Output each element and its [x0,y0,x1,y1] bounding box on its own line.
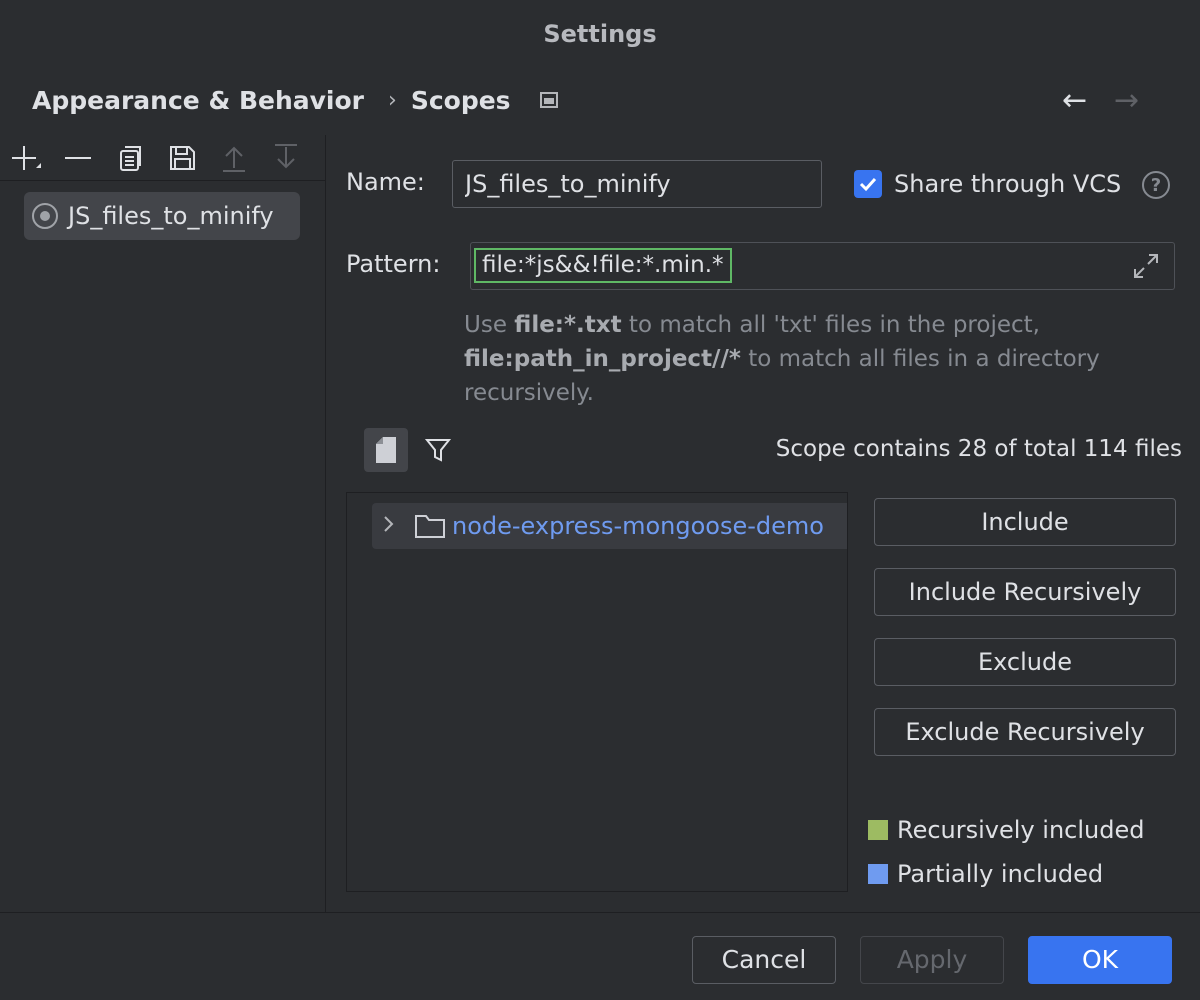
cancel-button[interactable]: Cancel [692,936,836,984]
copy-icon[interactable] [114,142,146,174]
scope-count: Scope contains 28 of total 114 files [720,436,1182,462]
file-tree[interactable] [346,492,848,892]
save-icon[interactable] [166,142,198,174]
breadcrumb-separator: › [388,88,397,113]
legend-swatch [868,820,888,840]
move-up-icon [218,142,250,174]
scopes-list-panel [0,135,326,913]
legend-label: Recursively included [897,816,1144,844]
breadcrumb-parent[interactable]: Appearance & Behavior [32,86,364,115]
breadcrumb-current: Scopes [411,86,511,115]
move-down-icon [270,142,302,174]
legend-recursively-included: Recursively included [868,816,1144,844]
add-icon[interactable] [10,142,42,174]
scope-item-label: JS_files_to_minify [68,202,274,230]
exclude-button[interactable]: Exclude [874,638,1176,686]
pattern-label: Pattern: [346,250,440,278]
toolbar-divider [0,180,326,181]
remove-icon[interactable] [62,142,94,174]
include-button[interactable]: Include [874,498,1176,546]
back-arrow-icon[interactable]: ← [1062,86,1087,116]
chevron-right-icon[interactable] [374,514,404,539]
scope-list-item[interactable]: JS_files_to_minify [24,192,300,240]
name-label: Name: [346,168,425,196]
show-files-icon[interactable] [364,428,408,472]
filter-icon[interactable] [420,432,456,468]
expand-icon[interactable] [1131,251,1161,281]
window-title: Settings [0,20,1200,48]
tree-item-label: node-express-mongoose-demo [452,512,824,540]
dialog-footer [0,913,1200,1000]
include-recursively-button[interactable]: Include Recursively [874,568,1176,616]
project-level-icon [539,90,559,110]
help-icon[interactable]: ? [1142,171,1170,199]
forward-arrow-icon[interactable]: → [1114,86,1139,116]
share-vcs-checkbox[interactable] [854,170,882,198]
pattern-value[interactable]: file:*js&&!file:*.min.* [474,248,732,283]
breadcrumb: Appearance & Behavior › Scopes [32,82,559,118]
apply-button[interactable]: Apply [860,936,1004,984]
exclude-recursively-button[interactable]: Exclude Recursively [874,708,1176,756]
pattern-hint: Use file:*.txt to match all 'txt' files … [464,308,1154,410]
legend-partially-included: Partially included [868,860,1103,888]
legend-swatch [868,864,888,884]
name-input[interactable] [452,160,822,208]
ok-button[interactable]: OK [1028,936,1172,984]
legend-label: Partially included [897,860,1103,888]
folder-icon [414,513,446,539]
scope-icon [32,203,58,229]
share-vcs-label[interactable]: Share through VCS [894,170,1121,198]
tree-row[interactable]: node-express-mongoose-demo [372,503,847,549]
